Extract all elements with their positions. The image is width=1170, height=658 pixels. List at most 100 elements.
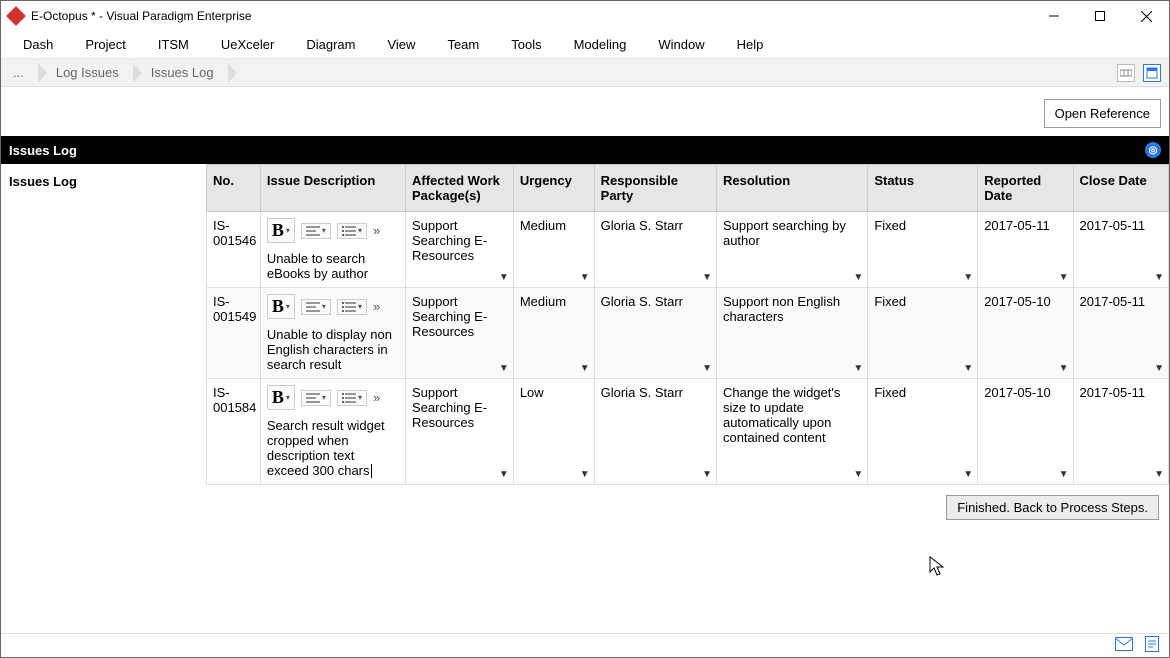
dropdown-icon[interactable]: ▼ [499, 469, 509, 480]
open-reference-button[interactable]: Open Reference [1044, 99, 1161, 128]
cell-affected[interactable]: Support Searching E-Resources▼ [406, 379, 514, 485]
menu-tools[interactable]: Tools [495, 33, 557, 56]
cell-urgency[interactable]: Medium▼ [513, 212, 594, 288]
note-icon[interactable] [1145, 636, 1159, 655]
dropdown-icon[interactable]: ▼ [853, 272, 863, 283]
cell-resolution[interactable]: Support searching by author▼ [716, 212, 867, 288]
cell-responsible[interactable]: Gloria S. Starr▼ [594, 212, 716, 288]
cell-reported[interactable]: 2017-05-10▼ [978, 288, 1073, 379]
maximize-button[interactable] [1077, 1, 1123, 31]
dropdown-icon[interactable]: ▼ [1059, 469, 1069, 480]
menu-view[interactable]: View [371, 33, 431, 56]
menu-itsm[interactable]: ITSM [142, 33, 205, 56]
cell-urgency[interactable]: Medium▼ [513, 288, 594, 379]
dropdown-icon[interactable]: ▼ [499, 363, 509, 374]
menu-window[interactable]: Window [642, 33, 720, 56]
dropdown-icon[interactable]: ▼ [963, 363, 973, 374]
menu-uexceler[interactable]: UeXceler [205, 33, 290, 56]
cell-desc[interactable]: B▾ ▾ ▾ » Unable to search eBooks by auth… [260, 212, 405, 288]
th-reported[interactable]: Reported Date [978, 165, 1073, 212]
th-status[interactable]: Status [868, 165, 978, 212]
more-icon[interactable]: » [373, 299, 380, 314]
cell-reported[interactable]: 2017-05-11▼ [978, 212, 1073, 288]
align-icon[interactable]: ▾ [301, 223, 331, 239]
list-icon[interactable]: ▾ [337, 223, 367, 239]
align-icon[interactable]: ▾ [301, 299, 331, 315]
more-icon[interactable]: » [373, 390, 380, 405]
bold-icon[interactable]: B▾ [267, 294, 295, 319]
dropdown-icon[interactable]: ▼ [702, 363, 712, 374]
desc-text[interactable]: Unable to display non English characters… [267, 327, 399, 372]
cell-affected[interactable]: Support Searching E-Resources▼ [406, 288, 514, 379]
dropdown-icon[interactable]: ▼ [963, 272, 973, 283]
titlebar: E-Octopus * - Visual Paradigm Enterprise [1, 1, 1169, 31]
th-no[interactable]: No. [207, 165, 261, 212]
menu-modeling[interactable]: Modeling [558, 33, 643, 56]
cell-desc[interactable]: B▾ ▾ ▾ » Unable to display non English c… [260, 288, 405, 379]
th-resolution[interactable]: Resolution [716, 165, 867, 212]
menu-dash[interactable]: Dash [7, 33, 69, 56]
cell-desc[interactable]: B▾ ▾ ▾ » Search result widget cropped wh… [260, 379, 405, 485]
cell-status[interactable]: Fixed▼ [868, 288, 978, 379]
th-urgency[interactable]: Urgency [513, 165, 594, 212]
dropdown-icon[interactable]: ▼ [499, 272, 509, 283]
breadcrumb-issues-log[interactable]: Issues Log [133, 62, 228, 84]
dropdown-icon[interactable]: ▼ [963, 469, 973, 480]
list-icon[interactable]: ▾ [337, 390, 367, 406]
dropdown-icon[interactable]: ▼ [1154, 272, 1164, 283]
dropdown-icon[interactable]: ▼ [853, 469, 863, 480]
cell-urgency[interactable]: Low▼ [513, 379, 594, 485]
th-desc[interactable]: Issue Description [260, 165, 405, 212]
dropdown-icon[interactable]: ▼ [580, 272, 590, 283]
th-responsible[interactable]: Responsible Party [594, 165, 716, 212]
cell-close[interactable]: 2017-05-11▼ [1073, 212, 1168, 288]
dropdown-icon[interactable]: ▼ [1154, 469, 1164, 480]
menu-project[interactable]: Project [69, 33, 141, 56]
desc-text[interactable]: Unable to search eBooks by author [267, 251, 399, 281]
close-button[interactable] [1123, 1, 1169, 31]
breadcrumb-ellipsis[interactable]: ... [5, 62, 38, 84]
menu-team[interactable]: Team [431, 33, 495, 56]
desc-text[interactable]: Search result widget cropped when descri… [267, 418, 399, 478]
bold-icon[interactable]: B▾ [267, 218, 295, 243]
cell-no[interactable]: IS-001584 [207, 379, 261, 485]
th-close[interactable]: Close Date [1073, 165, 1168, 212]
breadcrumb-log-issues[interactable]: Log Issues [38, 62, 133, 84]
cell-no[interactable]: IS-001546 [207, 212, 261, 288]
section-title: Issues Log [9, 143, 77, 158]
location-icon[interactable]: ◎ [1145, 142, 1161, 158]
cell-resolution[interactable]: Support non English characters▼ [716, 288, 867, 379]
dropdown-icon[interactable]: ▼ [580, 363, 590, 374]
align-icon[interactable]: ▾ [301, 390, 331, 406]
list-icon[interactable]: ▾ [337, 299, 367, 315]
dropdown-icon[interactable]: ▼ [580, 469, 590, 480]
mail-icon[interactable] [1115, 637, 1133, 654]
dropdown-icon[interactable]: ▼ [853, 363, 863, 374]
cell-close[interactable]: 2017-05-11▼ [1073, 379, 1168, 485]
dropdown-icon[interactable]: ▼ [702, 469, 712, 480]
dropdown-icon[interactable]: ▼ [1154, 363, 1164, 374]
panel-icon[interactable] [1143, 64, 1161, 82]
cell-status[interactable]: Fixed▼ [868, 379, 978, 485]
dropdown-icon[interactable]: ▼ [702, 272, 712, 283]
statusbar [1, 633, 1169, 657]
finished-button[interactable]: Finished. Back to Process Steps. [946, 495, 1159, 520]
cell-status[interactable]: Fixed▼ [868, 212, 978, 288]
cell-affected[interactable]: Support Searching E-Resources▼ [406, 212, 514, 288]
th-affected[interactable]: Affected Work Package(s) [406, 165, 514, 212]
more-icon[interactable]: » [373, 223, 380, 238]
cell-reported[interactable]: 2017-05-10▼ [978, 379, 1073, 485]
menu-help[interactable]: Help [721, 33, 780, 56]
bold-icon[interactable]: B▾ [267, 385, 295, 410]
menu-diagram[interactable]: Diagram [290, 33, 371, 56]
table-row: IS-001549 B▾ ▾ ▾ » Unable to display non… [207, 288, 1169, 379]
cell-responsible[interactable]: Gloria S. Starr▼ [594, 379, 716, 485]
layout-icon[interactable] [1117, 64, 1135, 82]
dropdown-icon[interactable]: ▼ [1059, 272, 1069, 283]
cell-no[interactable]: IS-001549 [207, 288, 261, 379]
dropdown-icon[interactable]: ▼ [1059, 363, 1069, 374]
cell-resolution[interactable]: Change the widget's size to update autom… [716, 379, 867, 485]
cell-responsible[interactable]: Gloria S. Starr▼ [594, 288, 716, 379]
minimize-button[interactable] [1031, 1, 1077, 31]
cell-close[interactable]: 2017-05-11▼ [1073, 288, 1168, 379]
